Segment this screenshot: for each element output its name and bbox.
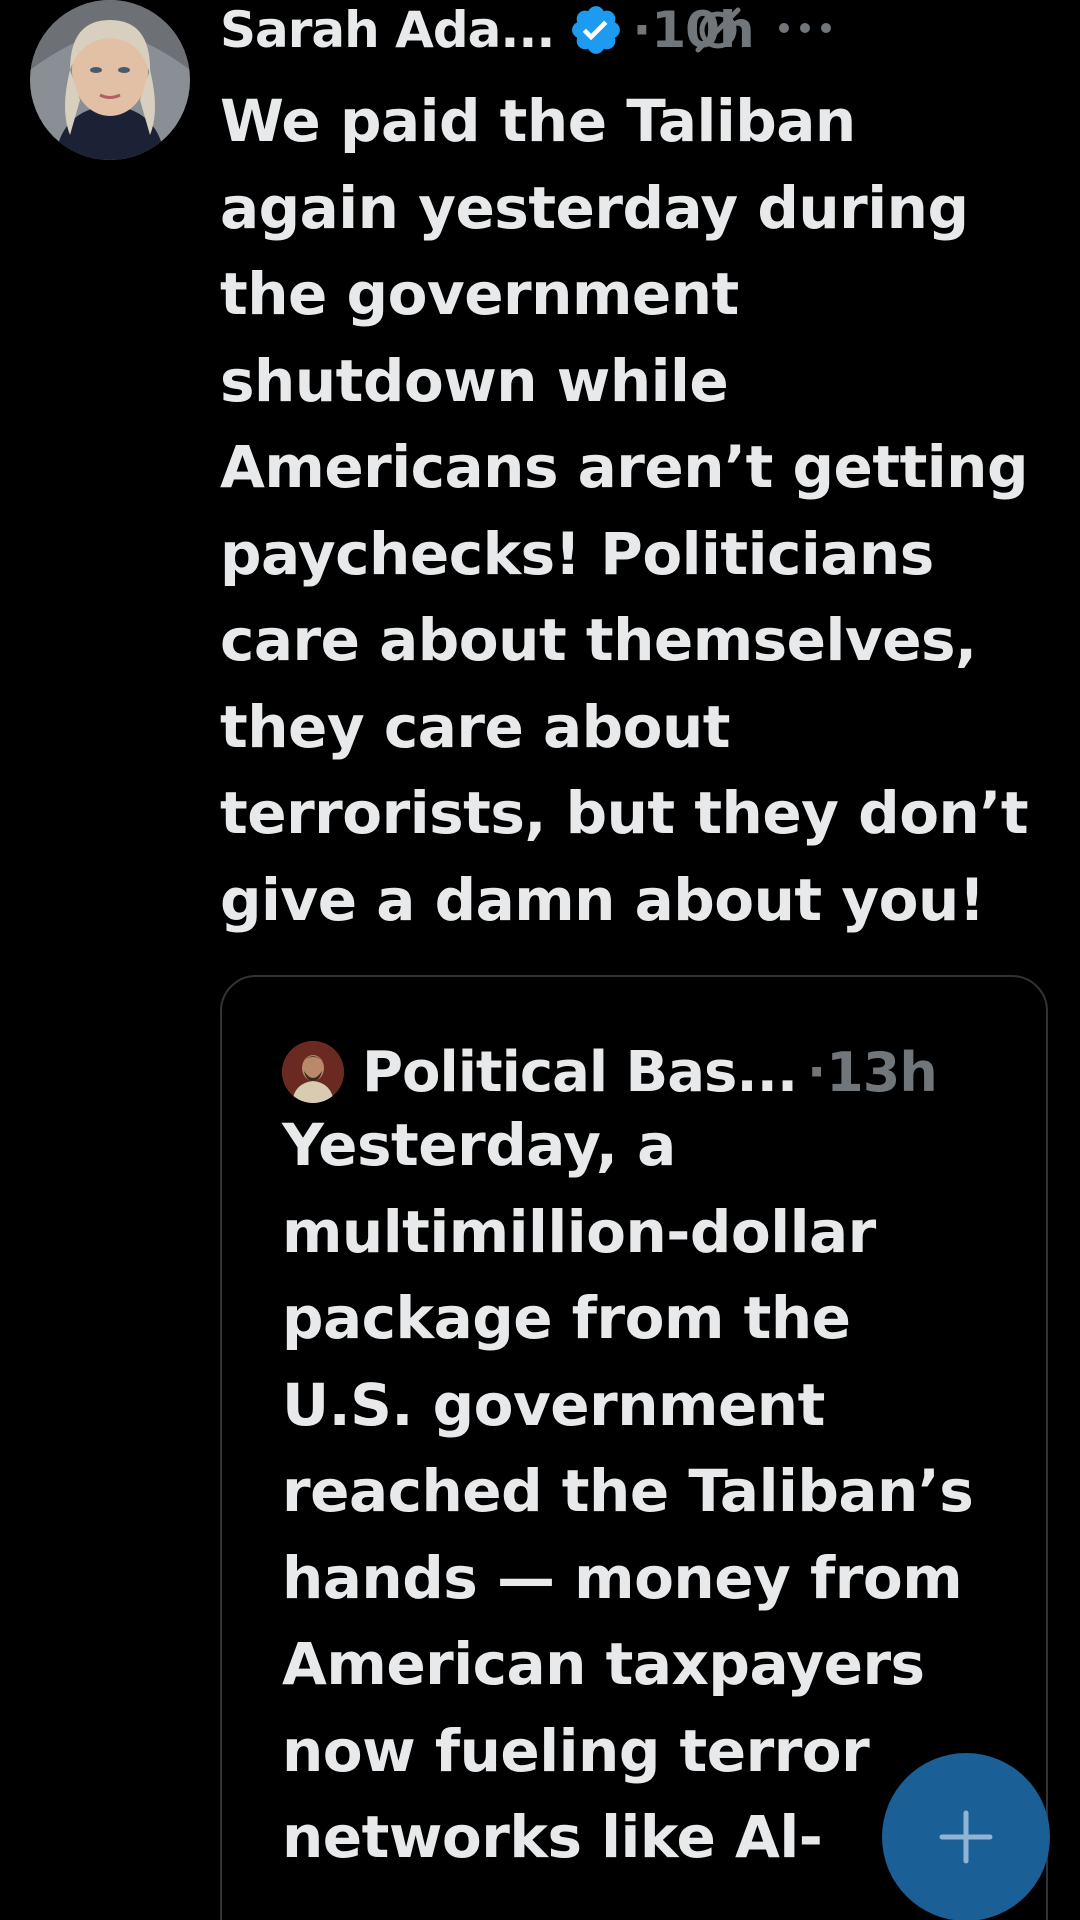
verified-badge-icon <box>568 2 624 58</box>
author-avatar[interactable] <box>30 0 190 160</box>
author-name[interactable]: Sarah Ada... <box>220 1 555 59</box>
quoted-tweet-header: Political Bas... · 13h <box>282 1037 1022 1107</box>
avatar-image <box>30 0 190 160</box>
header-separator: · <box>632 1 652 59</box>
more-dots-icon[interactable] <box>770 8 840 48</box>
tweet-header: Sarah Ada... · 10h <box>220 0 1080 60</box>
quoted-header-separator: · <box>807 1043 827 1101</box>
grok-icon[interactable] <box>690 2 746 58</box>
quoted-author-name: Political Bas... <box>362 1039 798 1105</box>
plus-icon <box>939 1810 993 1864</box>
quoted-tweet-timestamp: 13h <box>826 1040 938 1104</box>
quoted-author-avatar <box>282 1041 344 1103</box>
tweet-text: We paid the Taliban again yesterday duri… <box>220 87 1029 934</box>
compose-button[interactable] <box>882 1753 1050 1920</box>
